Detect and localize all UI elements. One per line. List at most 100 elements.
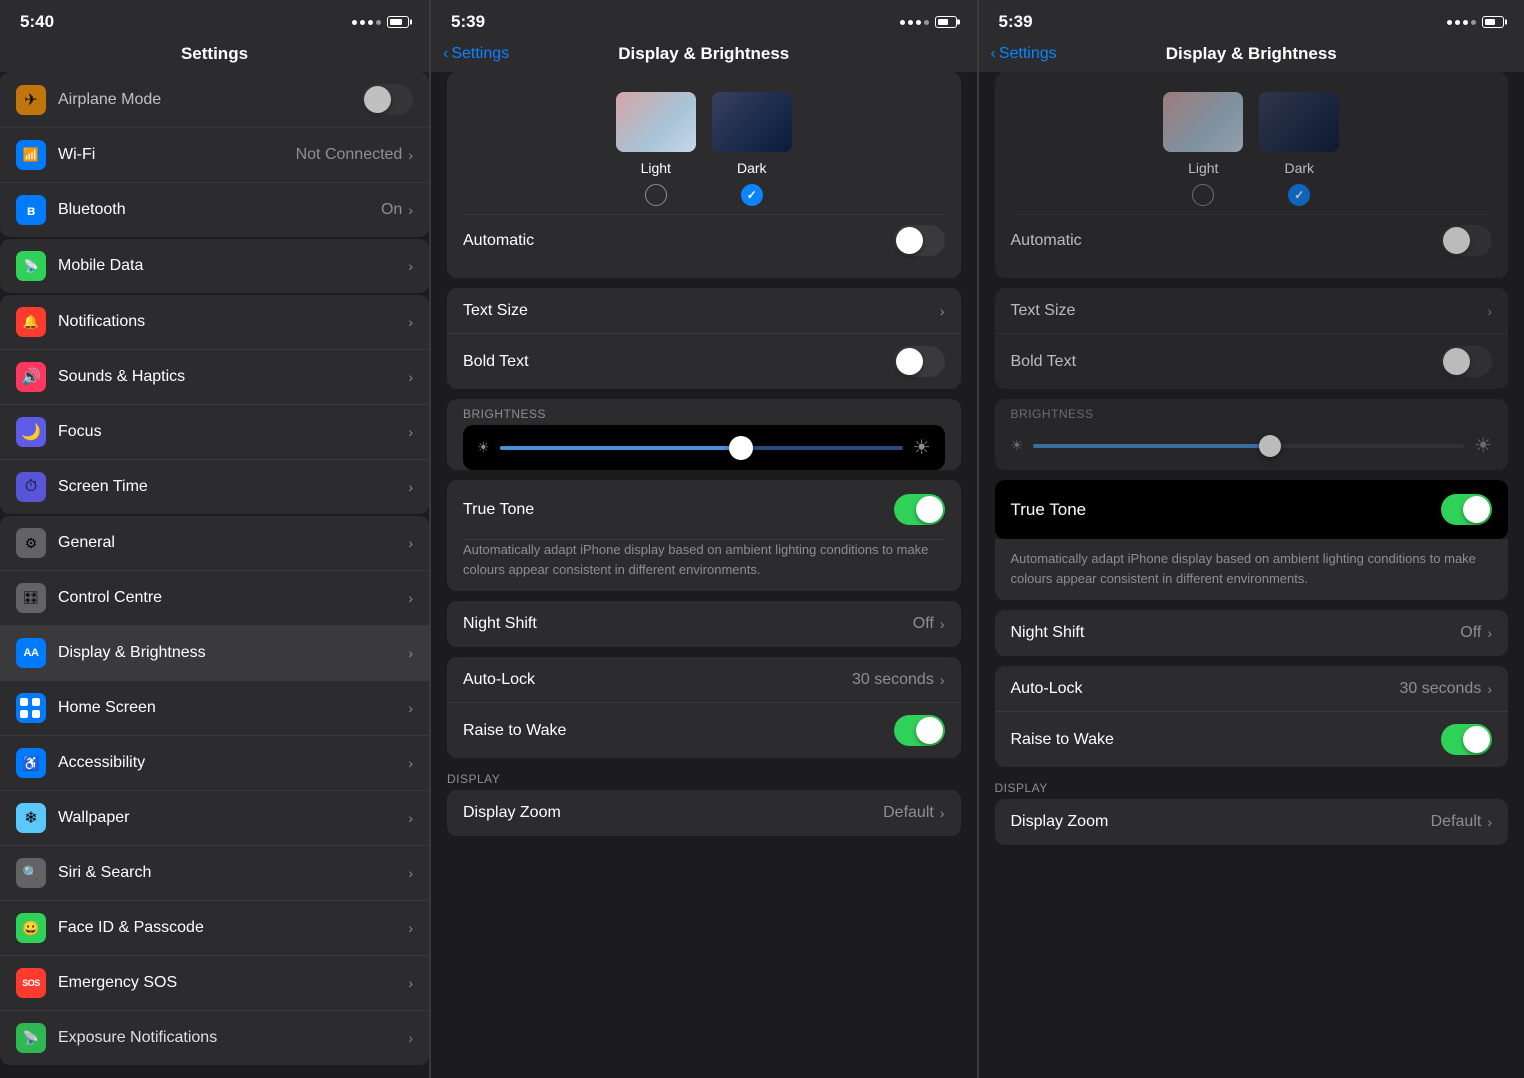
signal-dot (352, 20, 357, 25)
auto-lock-label-2: Auto-Lock (1011, 680, 1400, 698)
airplane-mode-item[interactable]: ✈ Airplane Mode (0, 72, 429, 128)
nav-header-2: ‹ Settings Display & Brightness (431, 40, 977, 72)
brightness-thumb-2[interactable] (1259, 435, 1281, 457)
home-screen-item[interactable]: Home Screen › (0, 681, 429, 736)
accessibility-item[interactable]: ♿ Accessibility › (0, 736, 429, 791)
bluetooth-value: On (381, 201, 402, 219)
notifications-group: 🔔 Notifications › 🔊 Sounds & Haptics › 🌙… (0, 295, 429, 514)
bold-toggle-2[interactable] (1441, 346, 1492, 377)
settings-list: ✈ Airplane Mode 📶 Wi-Fi Not Connected › … (0, 72, 429, 1078)
night-shift-group-2: Night Shift Off › (995, 610, 1509, 656)
toggle-knob (1463, 726, 1490, 753)
exposure-item[interactable]: 📡 Exposure Notifications › (0, 1011, 429, 1065)
display-zoom-item-1[interactable]: Display Zoom Default › (447, 790, 961, 836)
brightness-track-1[interactable] (500, 446, 903, 450)
bluetooth-item[interactable]: ʙ Bluetooth On › (0, 183, 429, 237)
true-tone-group-1: True Tone Automatically adapt iPhone dis… (447, 480, 961, 591)
chevron-icon: › (408, 975, 413, 991)
dark-radio-2[interactable] (1288, 184, 1310, 206)
light-preview-2 (1163, 92, 1243, 152)
notifications-item[interactable]: 🔔 Notifications › (0, 295, 429, 350)
face-id-item[interactable]: 😀 Face ID & Passcode › (0, 901, 429, 956)
brightness-max-icon-2: ☀ (1474, 433, 1492, 458)
bold-toggle-1[interactable] (894, 346, 945, 377)
focus-item[interactable]: 🌙 Focus › (0, 405, 429, 460)
back-button-3[interactable]: ‹ Settings (991, 45, 1057, 63)
display-label: Display & Brightness (58, 644, 408, 662)
text-size-item-1[interactable]: Text Size › (447, 288, 961, 334)
true-tone-item-1[interactable]: True Tone (463, 480, 945, 540)
toggle-knob (1443, 227, 1470, 254)
sounds-item[interactable]: 🔊 Sounds & Haptics › (0, 350, 429, 405)
nav-header-3: ‹ Settings Display & Brightness (979, 40, 1524, 72)
automatic-item-2[interactable]: Automatic (1011, 214, 1493, 266)
light-radio-2[interactable] (1192, 184, 1214, 206)
signal-dot (916, 20, 921, 25)
battery-2 (935, 16, 957, 28)
airplane-toggle[interactable] (362, 84, 413, 115)
chevron-icon: › (408, 369, 413, 385)
signal-dot (360, 20, 365, 25)
siri-item[interactable]: 🔍 Siri & Search › (0, 846, 429, 901)
display-section-2: DISPLAY Display Zoom Default › (995, 777, 1509, 845)
brightness-track-2[interactable] (1033, 444, 1464, 448)
screen-time-item[interactable]: ⏱ Screen Time › (0, 460, 429, 514)
night-shift-item-1[interactable]: Night Shift Off › (447, 601, 961, 647)
light-mode-option-1[interactable]: Light (616, 92, 696, 206)
light-mode-option-2[interactable]: Light (1163, 92, 1243, 206)
auto-lock-item-1[interactable]: Auto-Lock 30 seconds › (447, 657, 961, 703)
true-tone-highlight-2[interactable]: True Tone (995, 480, 1509, 539)
control-centre-item[interactable]: 🎛 Control Centre › (0, 571, 429, 626)
bold-text-item-1[interactable]: Bold Text (447, 334, 961, 389)
back-button-2[interactable]: ‹ Settings (443, 45, 509, 63)
general-item[interactable]: ⚙ General › (0, 516, 429, 571)
true-tone-toggle-2[interactable] (1441, 494, 1492, 525)
lock-group-1: Auto-Lock 30 seconds › Raise to Wake (447, 657, 961, 758)
chevron-icon: › (408, 700, 413, 716)
raise-to-wake-toggle-1[interactable] (894, 715, 945, 746)
emergency-sos-item[interactable]: SOS Emergency SOS › (0, 956, 429, 1011)
brightness-slider-row-2: ☀ ☀ (1011, 425, 1493, 470)
automatic-toggle-2[interactable] (1441, 225, 1492, 256)
text-group-2: Text Size › Bold Text (995, 288, 1509, 389)
dark-mode-option-2[interactable]: Dark (1259, 92, 1339, 206)
dark-mode-option-1[interactable]: Dark (712, 92, 792, 206)
display-zoom-item-2[interactable]: Display Zoom Default › (995, 799, 1509, 845)
text-size-item-2[interactable]: Text Size › (995, 288, 1509, 334)
dark-radio-1[interactable] (741, 184, 763, 206)
battery-3 (1482, 16, 1504, 28)
wallpaper-item[interactable]: ❄ Wallpaper › (0, 791, 429, 846)
automatic-label-2: Automatic (1011, 232, 1442, 250)
brightness-fill-2 (1033, 444, 1270, 448)
dark-preview-1 (712, 92, 792, 152)
text-size-label-1: Text Size (463, 302, 940, 320)
automatic-item-1[interactable]: Automatic (463, 214, 945, 266)
raise-to-wake-item-1[interactable]: Raise to Wake (447, 703, 961, 758)
bold-text-item-2[interactable]: Bold Text (995, 334, 1509, 389)
sounds-icon: 🔊 (16, 362, 46, 392)
chevron-icon: › (940, 672, 945, 688)
display-brightness-item[interactable]: AA Display & Brightness › (0, 626, 429, 681)
raise-to-wake-item-2[interactable]: Raise to Wake (995, 712, 1509, 767)
light-radio-1[interactable] (645, 184, 667, 206)
home-screen-label: Home Screen (58, 699, 408, 717)
night-shift-item-2[interactable]: Night Shift Off › (995, 610, 1509, 656)
mobile-data-item[interactable]: 📡 Mobile Data › (0, 239, 429, 293)
wallpaper-icon: ❄ (16, 803, 46, 833)
wifi-item[interactable]: 📶 Wi-Fi Not Connected › (0, 128, 429, 183)
toggle-knob (896, 227, 923, 254)
chevron-icon: › (408, 810, 413, 826)
airplane-icon: ✈ (16, 85, 46, 115)
toggle-knob (896, 348, 923, 375)
auto-lock-item-2[interactable]: Auto-Lock 30 seconds › (995, 666, 1509, 712)
raise-to-wake-toggle-2[interactable] (1441, 724, 1492, 755)
status-icons-1 (352, 16, 409, 28)
true-tone-toggle-1[interactable] (894, 494, 945, 525)
automatic-toggle-1[interactable] (894, 225, 945, 256)
appearance-modes-2: Light Dark (1011, 84, 1493, 214)
auto-lock-value-2: 30 seconds (1399, 680, 1481, 698)
brightness-thumb-1[interactable] (729, 436, 753, 460)
toggle-knob (916, 717, 943, 744)
control-centre-icon: 🎛 (16, 583, 46, 613)
display-zoom-value-1: Default (883, 804, 934, 822)
